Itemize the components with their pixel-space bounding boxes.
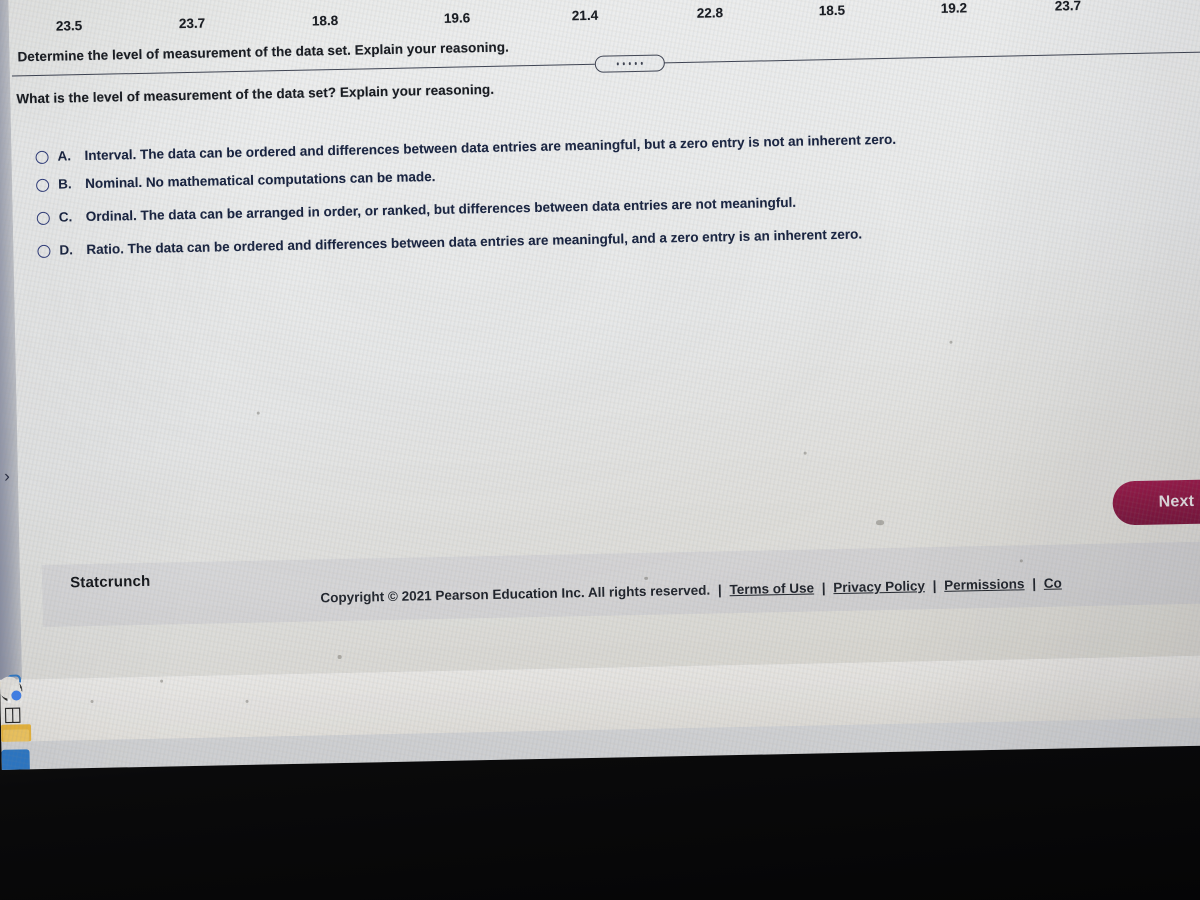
data-value: 23.5 bbox=[55, 18, 83, 34]
dust-speck bbox=[1019, 559, 1023, 563]
microsoft-store-icon[interactable] bbox=[1, 674, 31, 770]
radio-button-a[interactable] bbox=[35, 150, 49, 165]
data-value: 23.7 bbox=[1054, 0, 1082, 14]
option-text-b: Nominal. No mathematical computations ca… bbox=[84, 169, 436, 192]
footer-separator: | bbox=[717, 582, 722, 598]
option-text-a: Interval. The data can be ordered and di… bbox=[84, 131, 897, 164]
exercise-content-panel: The heights (in inches) of a sample of a… bbox=[7, 0, 1200, 680]
data-value: 21.4 bbox=[571, 7, 599, 24]
dust-speck bbox=[160, 679, 164, 683]
answer-option-c[interactable]: C. Ordinal. The data can be arranged in … bbox=[36, 194, 797, 226]
dot bbox=[641, 62, 644, 65]
laptop-screen: › The heights (in inches) of a sample of… bbox=[0, 0, 1200, 770]
footer-separator: | bbox=[821, 580, 826, 596]
option-letter-d: D. bbox=[59, 242, 74, 258]
divider-rule-right bbox=[663, 51, 1200, 64]
radio-button-c[interactable] bbox=[36, 211, 50, 226]
divider-rule-left bbox=[11, 63, 595, 77]
next-button[interactable]: Next bbox=[1112, 479, 1200, 526]
dust-speck bbox=[337, 654, 342, 660]
dust-speck bbox=[803, 451, 807, 455]
radio-button-d[interactable] bbox=[37, 244, 51, 259]
answer-option-a[interactable]: A. Interval. The data can be ordered and… bbox=[35, 131, 897, 165]
answer-option-d[interactable]: D. Ratio. The data can be ordered and di… bbox=[37, 226, 863, 259]
radio-button-b[interactable] bbox=[36, 178, 50, 193]
data-value: 22.8 bbox=[696, 5, 724, 21]
dot bbox=[622, 62, 625, 65]
dot bbox=[628, 62, 631, 65]
data-value: 23.7 bbox=[178, 15, 206, 32]
footer-separator: | bbox=[932, 578, 937, 594]
data-value: 18.8 bbox=[311, 12, 339, 29]
statcrunch-link[interactable]: Statcrunch bbox=[70, 573, 151, 592]
option-text-d: Ratio. The data can be ordered and diffe… bbox=[86, 226, 863, 258]
dust-speck bbox=[245, 699, 249, 703]
option-letter-a: A. bbox=[57, 148, 72, 164]
option-letter-b: B. bbox=[57, 176, 72, 192]
option-text-c: Ordinal. The data can be arranged in ord… bbox=[85, 194, 797, 225]
dust-speck bbox=[256, 411, 260, 415]
file-explorer-icon[interactable] bbox=[0, 680, 32, 750]
data-value: 19.6 bbox=[443, 10, 471, 26]
drag-handle[interactable] bbox=[594, 54, 665, 73]
privacy-policy-link[interactable]: Privacy Policy bbox=[833, 578, 925, 595]
exercise-instruction: Determine the level of measurement of th… bbox=[17, 39, 509, 65]
question-text: What is the level of measurement of the … bbox=[16, 81, 495, 107]
contact-us-link[interactable]: Co bbox=[1044, 576, 1062, 591]
dust-speck bbox=[876, 520, 885, 526]
folder-lip bbox=[3, 729, 30, 742]
data-value: 18.5 bbox=[818, 2, 846, 19]
dust-speck bbox=[90, 699, 94, 704]
permissions-link[interactable]: Permissions bbox=[944, 576, 1025, 593]
terms-of-use-link[interactable]: Terms of Use bbox=[729, 581, 814, 598]
photograph-of-laptop-screen: hp › The heights (in inches) of a sample… bbox=[0, 0, 1200, 900]
chevron-right-icon[interactable]: › bbox=[0, 462, 17, 490]
footer-separator: | bbox=[1032, 576, 1037, 592]
dot bbox=[616, 62, 619, 65]
option-letter-c: C. bbox=[58, 209, 73, 225]
answer-option-b[interactable]: B. Nominal. No mathematical computations… bbox=[36, 169, 436, 193]
dust-speck bbox=[949, 340, 953, 344]
data-value: 19.2 bbox=[940, 0, 968, 16]
dot bbox=[634, 62, 638, 65]
